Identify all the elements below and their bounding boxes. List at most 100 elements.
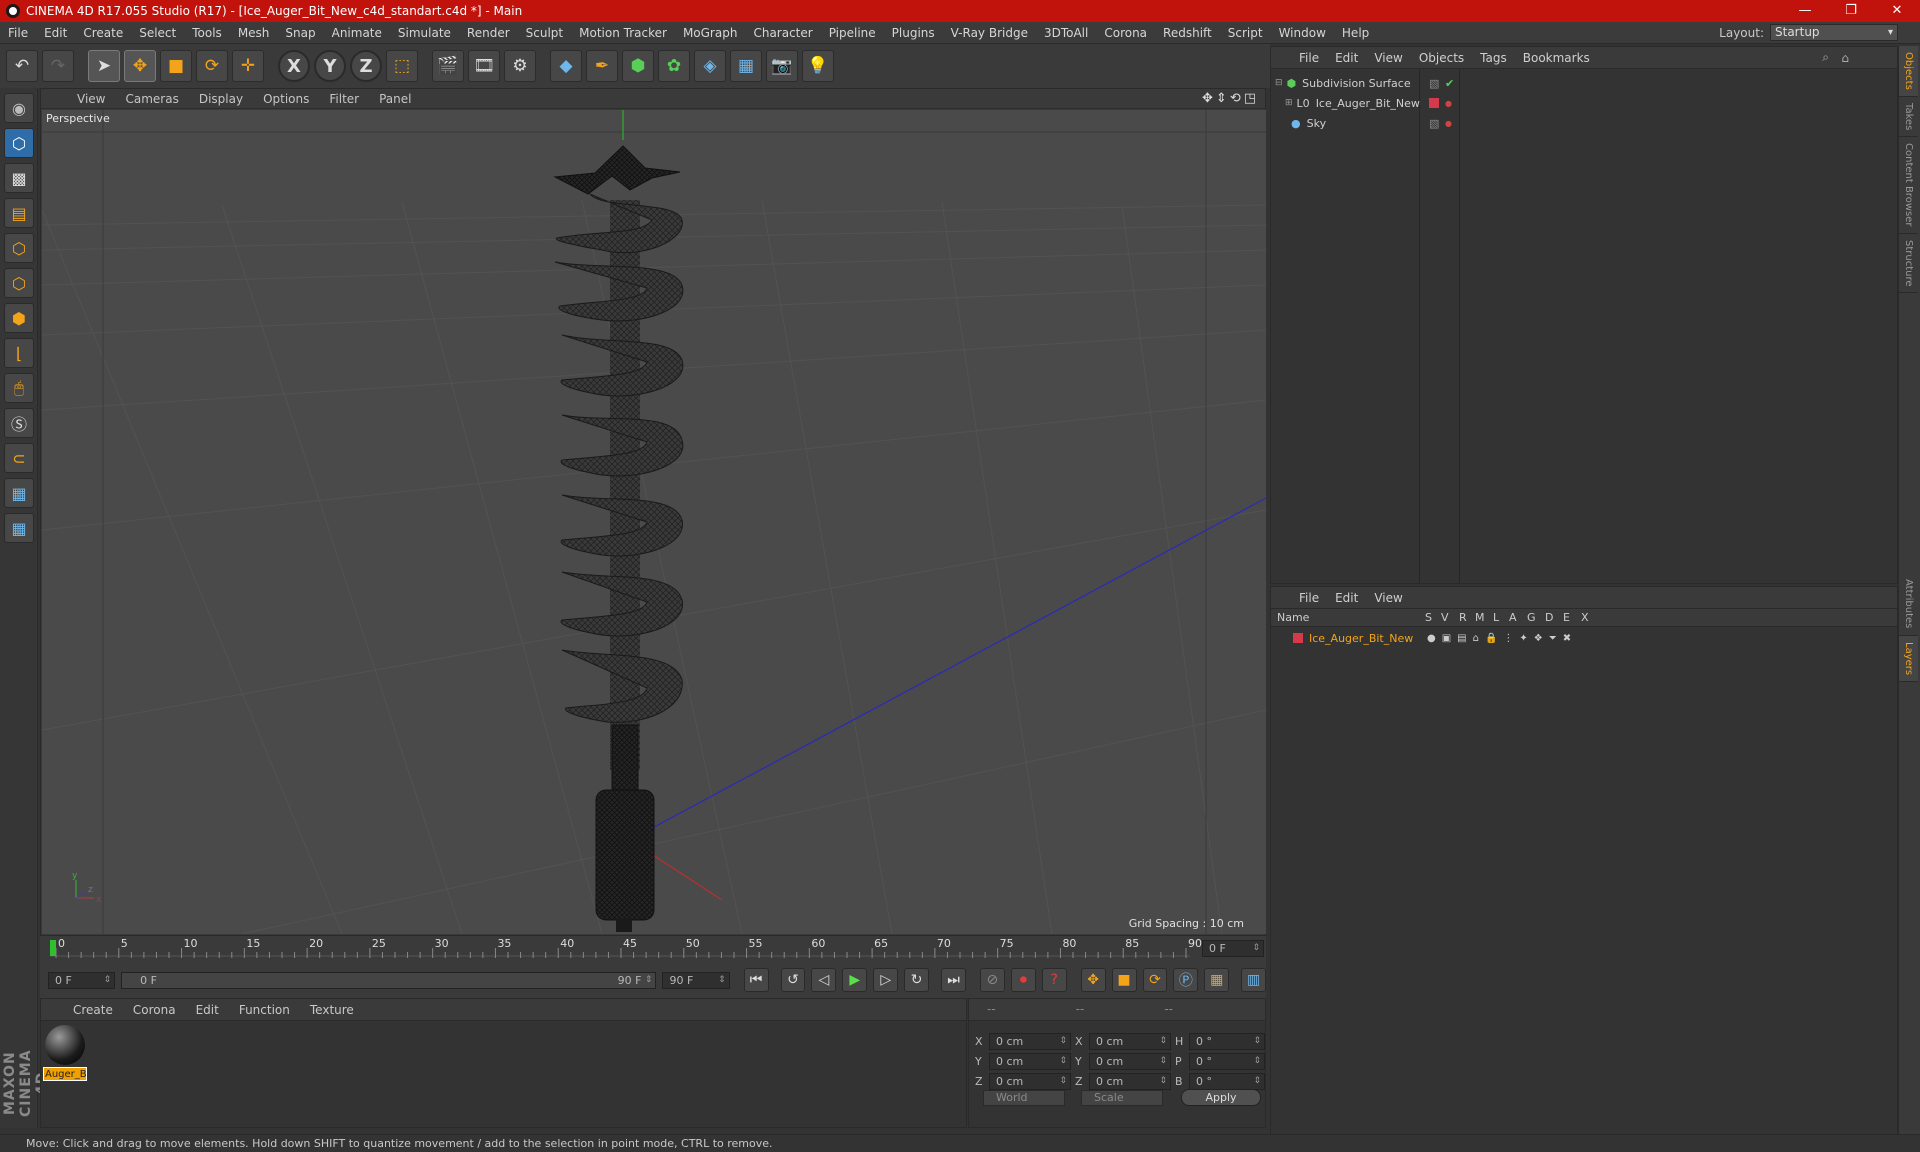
render-settings-icon[interactable]: ⚙ — [504, 50, 536, 82]
start-frame-field[interactable]: 0 F — [48, 971, 116, 989]
rotate-icon[interactable]: ⟳ — [196, 50, 228, 82]
viewport-menu-display[interactable]: Display — [189, 92, 253, 106]
render-view-icon[interactable]: 🎬 — [432, 50, 464, 82]
tab-attributes[interactable]: Attributes — [1899, 573, 1918, 636]
tab-content-browser[interactable]: Content Browser — [1899, 137, 1918, 234]
polygons-mode-icon[interactable]: ⬢ — [4, 303, 34, 333]
menu-script[interactable]: Script — [1220, 26, 1271, 40]
visibility-icon[interactable]: ▧ — [1429, 77, 1439, 90]
end-frame-field[interactable]: 90 F — [662, 971, 730, 989]
object-row-sky[interactable]: ● Sky ▧ ● — [1271, 113, 1899, 133]
points-mode-icon[interactable]: ⬡ — [4, 233, 34, 263]
viewport-navigation-icon[interactable]: ✥⇕⟲◳ — [1202, 91, 1259, 106]
menu-mesh[interactable]: Mesh — [230, 26, 278, 40]
menu-edit[interactable]: Edit — [36, 26, 75, 40]
timeline-window-icon[interactable]: ▥ — [1241, 968, 1267, 992]
viewport-menu-view[interactable]: View — [67, 92, 115, 106]
menu-help[interactable]: Help — [1334, 26, 1377, 40]
record-keys-icon[interactable]: ⊘ — [979, 968, 1005, 992]
size-y-field[interactable]: 0 cm — [1089, 1053, 1171, 1070]
tab-takes[interactable]: Takes — [1899, 97, 1918, 138]
snap-magnet-icon[interactable]: ⊂ — [4, 443, 34, 473]
live-selection-icon[interactable]: ✛ — [232, 50, 264, 82]
redo-icon[interactable]: ↷ — [42, 50, 74, 82]
rot-p-field[interactable]: 0 ° — [1189, 1053, 1265, 1070]
key-help-icon[interactable]: ? — [1041, 968, 1067, 992]
enabled-check-icon[interactable]: ✔ — [1445, 77, 1454, 90]
size-x-field[interactable]: 0 cm — [1089, 1033, 1171, 1050]
tab-objects[interactable]: Objects — [1899, 46, 1918, 97]
texture-mode-icon[interactable]: ▩ — [4, 163, 34, 193]
world-dropdown[interactable]: World — [983, 1090, 1065, 1106]
menu-select[interactable]: Select — [131, 26, 184, 40]
select-arrow-icon[interactable]: ➤ — [88, 50, 120, 82]
status-dots-icon[interactable]: ● — [1445, 99, 1452, 108]
minimize-button[interactable]: — — [1782, 0, 1828, 22]
menu-window[interactable]: Window — [1271, 26, 1334, 40]
subdivision-surface-icon[interactable]: ⬢ — [622, 50, 654, 82]
step-forward-icon[interactable]: ▷ — [873, 968, 899, 992]
tab-layers[interactable]: Layers — [1899, 635, 1918, 682]
go-to-previous-key-icon[interactable]: ↺ — [780, 968, 806, 992]
current-frame-field[interactable]: 0 F — [1202, 940, 1264, 957]
range-slider[interactable]: 0 F 90 F — [121, 971, 657, 989]
menu-simulate[interactable]: Simulate — [390, 26, 459, 40]
pen-spline-icon[interactable]: ✒ — [586, 50, 618, 82]
layer-color-icon[interactable] — [1429, 98, 1439, 108]
coordinate-system-icon[interactable]: ⬚ — [386, 50, 418, 82]
apply-button[interactable]: Apply — [1181, 1089, 1261, 1106]
z-axis-icon[interactable]: Z — [350, 50, 382, 82]
tweak-mode-icon[interactable]: 🖱 — [4, 373, 34, 403]
material-menu-create[interactable]: Create — [63, 1003, 123, 1017]
key-rotation-icon[interactable]: ⟳ — [1142, 968, 1168, 992]
deformer-icon[interactable]: ◈ — [694, 50, 726, 82]
menu-mograph[interactable]: MoGraph — [675, 26, 746, 40]
menu-motion-tracker[interactable]: Motion Tracker — [571, 26, 675, 40]
perspective-view[interactable]: y x z Perspective Grid Spacing : 10 cm — [42, 110, 1266, 934]
viewport-camera-label[interactable]: Perspective — [46, 112, 110, 125]
size-z-field[interactable]: 0 cm — [1089, 1073, 1171, 1090]
close-button[interactable]: ✕ — [1874, 0, 1920, 22]
menu-3dtoall[interactable]: 3DToAll — [1036, 26, 1096, 40]
menu-tools[interactable]: Tools — [184, 26, 230, 40]
menu-file[interactable]: File — [0, 26, 36, 40]
move-icon[interactable]: ✥ — [124, 50, 156, 82]
menu-animate[interactable]: Animate — [324, 26, 390, 40]
autokey-icon[interactable]: ⏺ — [1010, 968, 1036, 992]
edges-mode-icon[interactable]: ⬡ — [4, 268, 34, 298]
material-menu-function[interactable]: Function — [229, 1003, 300, 1017]
cloner-icon[interactable]: ✿ — [658, 50, 690, 82]
om-menu-edit[interactable]: Edit — [1327, 51, 1366, 65]
om-menu-view[interactable]: View — [1366, 51, 1410, 65]
pos-y-field[interactable]: 0 cm — [989, 1053, 1071, 1070]
key-pla-icon[interactable]: ▦ — [1204, 968, 1230, 992]
go-to-end-icon[interactable]: ⏭ — [941, 968, 966, 992]
menu-render[interactable]: Render — [459, 26, 518, 40]
render-to-picture-viewer-icon[interactable]: 🎞 — [468, 50, 500, 82]
viewport-menu-cameras[interactable]: Cameras — [115, 92, 188, 106]
key-position-icon[interactable]: ✥ — [1080, 968, 1106, 992]
om-menu-file[interactable]: File — [1291, 51, 1327, 65]
layout-dropdown[interactable]: Startup — [1770, 24, 1898, 41]
menu-plugins[interactable]: Plugins — [884, 26, 943, 40]
object-row-subdivision[interactable]: ⊟ ⬢ Subdivision Surface ▧ ✔ — [1271, 73, 1899, 93]
home-icon[interactable]: ⌂ — [1833, 51, 1857, 65]
tab-structure[interactable]: Structure — [1899, 234, 1918, 294]
x-axis-icon[interactable]: X — [278, 50, 310, 82]
viewport-menu-filter[interactable]: Filter — [319, 92, 369, 106]
viewport-menu-panel[interactable]: Panel — [369, 92, 421, 106]
layer-toggle-icons[interactable]: ●▣▤⌂🔒⋮✦❖⏷✖ — [1427, 633, 1577, 644]
visibility-icon[interactable]: ▧ — [1429, 117, 1439, 130]
make-editable-icon[interactable]: ◉ — [4, 93, 34, 123]
layer-row[interactable]: Ice_Auger_Bit_New ●▣▤⌂🔒⋮✦❖⏷✖ — [1271, 629, 1899, 647]
status-dots-icon[interactable]: ● — [1445, 119, 1452, 128]
material-menu-corona[interactable]: Corona — [123, 1003, 186, 1017]
menu-corona[interactable]: Corona — [1096, 26, 1155, 40]
cube-icon[interactable]: ◆ — [550, 50, 582, 82]
menu-vray-bridge[interactable]: V-Ray Bridge — [943, 26, 1036, 40]
menu-sculpt[interactable]: Sculpt — [518, 26, 571, 40]
playhead[interactable] — [50, 940, 56, 956]
workplane-lock-icon[interactable]: ▦ — [4, 478, 34, 508]
viewport-menu-options[interactable]: Options — [253, 92, 319, 106]
menu-character[interactable]: Character — [745, 26, 820, 40]
